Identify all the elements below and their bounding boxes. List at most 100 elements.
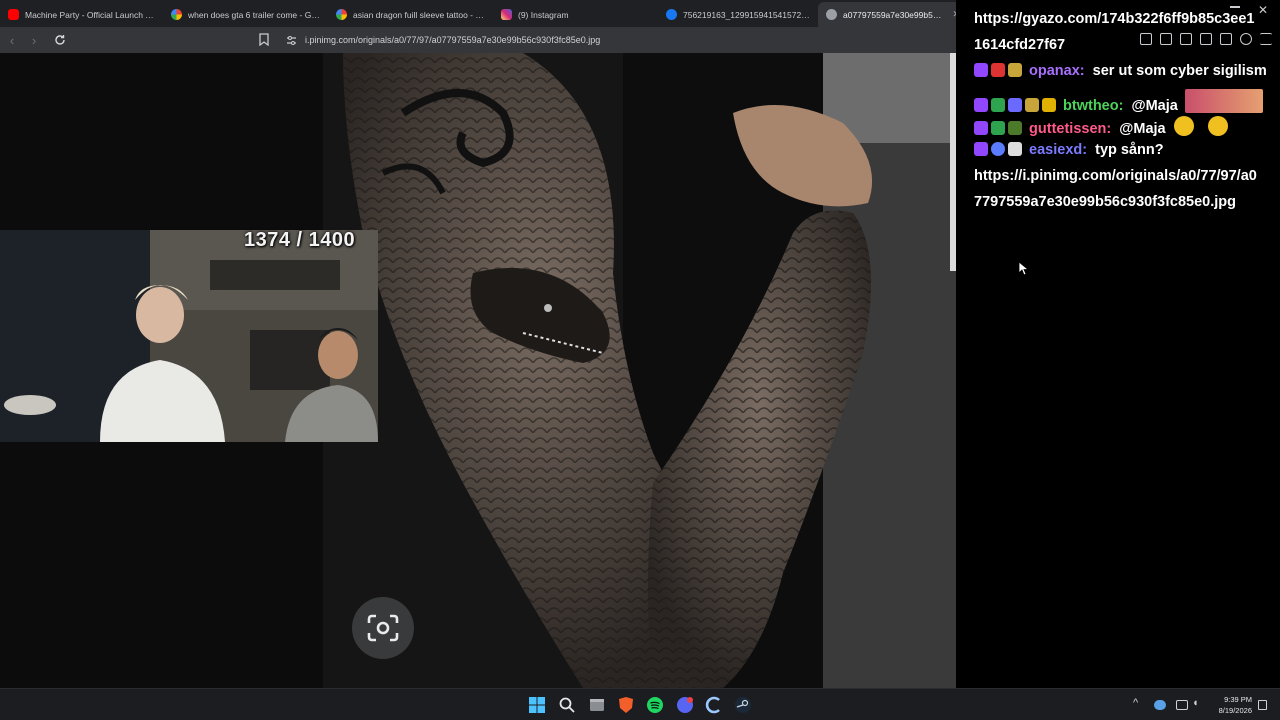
sub-badge-icon [991, 63, 1005, 77]
window-close-icon[interactable]: ✕ [1258, 3, 1268, 17]
tab-strip: Machine Party - Official Launch Traile w… [0, 0, 970, 27]
sidebar-icon[interactable] [1180, 33, 1192, 45]
tab-title: (9) Instagram [518, 9, 569, 20]
windows-start-icon[interactable] [528, 696, 546, 714]
bits-badge-icon [1008, 63, 1022, 77]
tab-instagram[interactable]: (9) Instagram [493, 2, 658, 27]
instagram-icon [501, 9, 512, 20]
system-clock[interactable]: 9:39 PM 8/19/2026 [1212, 694, 1252, 716]
twitch-badge-icon [974, 98, 988, 112]
volume-icon[interactable]: ◖ [1192, 697, 1199, 709]
mouse-cursor-icon [1019, 262, 1029, 276]
emoji-emote-icon [1173, 116, 1194, 136]
leo-icon[interactable] [1220, 33, 1232, 45]
reload-icon [55, 35, 65, 45]
google-icon [171, 9, 182, 20]
show-hidden-icons-chevron-icon[interactable]: ^ [1133, 697, 1138, 709]
google-lens-button[interactable] [352, 597, 414, 659]
windows-taskbar: ^ ◖ 9:39 PM 8/19/2026 [0, 688, 1280, 720]
chat-message: opanax: ser ut som cyber sigilism [974, 63, 1267, 79]
chat-text: typ sånn? [1095, 142, 1164, 158]
tab-google-search-gta[interactable]: when does gta 6 trailer come - Goog [163, 2, 328, 27]
onedrive-icon[interactable] [1154, 700, 1166, 710]
user-badges [974, 121, 1022, 135]
chat-message: easiexd: typ sånn? [974, 142, 1164, 158]
google-icon [336, 9, 347, 20]
twitch-badge-icon [974, 142, 988, 156]
tab-youtube[interactable]: Machine Party - Official Launch Traile [0, 2, 163, 27]
notifications-icon[interactable] [1258, 700, 1267, 710]
sub-badge-icon [1008, 98, 1022, 112]
tab-title: asian dragon fuill sleeve tattoo - Goo [353, 9, 485, 20]
chat-username[interactable]: btwtheo: [1063, 98, 1123, 114]
youtube-icon [8, 9, 19, 20]
bits-badge-icon [1025, 98, 1039, 112]
browser-toolbar: ‹ › i.pinimg.com/originals/a0/77/97/a077… [0, 27, 970, 53]
chat-username[interactable]: easiexd: [1029, 142, 1087, 158]
chat-message-link: https://i.pinimg.com/originals/a0/77/97/… [974, 168, 1257, 184]
forward-button[interactable]: › [24, 30, 44, 50]
minimize-icon[interactable] [1230, 6, 1240, 8]
sub-goal-counter: 1374 / 1400 [244, 229, 356, 251]
bookmark-icon[interactable] [258, 33, 270, 46]
check-badge-icon [991, 98, 1005, 112]
chat-message-link: https://gyazo.com/174b322f6ff9b85c3ee1 [974, 11, 1255, 27]
reload-button[interactable] [50, 30, 70, 50]
user-badges [974, 142, 1022, 156]
minion-emote-icon [1184, 89, 1263, 113]
clock-date: 8/19/2026 [1218, 706, 1252, 715]
clock-time: 9:39 PM [1224, 695, 1252, 704]
address-bar[interactable]: i.pinimg.com/originals/a0/77/97/a0779755… [280, 30, 948, 50]
chat-text: ser ut som cyber sigilism [1092, 63, 1267, 79]
chat-username[interactable]: opanax: [1029, 63, 1085, 79]
chat-message-link-cont: 1614cfd27f67 [974, 37, 1066, 53]
extension-icon[interactable] [1160, 33, 1172, 45]
file-explorer-icon[interactable] [588, 696, 606, 714]
extension-icon[interactable] [1140, 33, 1152, 45]
tab-title: Machine Party - Official Launch Traile [25, 9, 155, 20]
dragon-sleeve-image [323, 53, 956, 688]
discord-icon[interactable] [676, 696, 694, 714]
webcam-feed [0, 230, 378, 442]
spotify-icon[interactable] [646, 696, 664, 714]
emoji-emote-icon [1207, 116, 1228, 136]
twitch-badge-icon [974, 121, 988, 135]
facebook-icon [666, 9, 677, 20]
url-text: i.pinimg.com/originals/a0/77/97/a0779755… [305, 35, 601, 45]
tab-pinimg-active[interactable]: a07797559a7e30e99b56c930f3f ✕ [818, 2, 968, 27]
user-badges [974, 98, 1056, 112]
chat-text: @Maja [1119, 121, 1166, 137]
tab-title: a07797559a7e30e99b56c930f3f [843, 9, 942, 20]
lens-icon [367, 614, 399, 642]
chat-username[interactable]: guttetissen: [1029, 121, 1111, 137]
chat-message-link-cont: 7797559a7e30e99b56c930f3fc85e0.jpg [974, 194, 1237, 210]
card-badge-icon [1008, 142, 1022, 156]
tab-google-search-tattoo[interactable]: asian dragon fuill sleeve tattoo - Goo [328, 2, 493, 27]
webcam-overlay [0, 230, 378, 442]
vpn-icon[interactable] [1240, 33, 1252, 45]
wallet-icon[interactable] [1200, 33, 1212, 45]
tab-facebook-image[interactable]: 756219163_1299159415415725_581 [658, 2, 818, 27]
emote-badge-icon [1042, 98, 1056, 112]
menu-icon[interactable] [1260, 33, 1272, 45]
chat-text: @Maja [1131, 98, 1178, 114]
tab-title: when does gta 6 trailer come - Goog [188, 9, 320, 20]
site-info-icon[interactable] [286, 35, 297, 46]
chat-message: btwtheo: @Maja [974, 89, 1263, 114]
steam-icon[interactable] [734, 696, 752, 714]
network-icon[interactable] [1176, 700, 1188, 710]
chat-overlay: https://gyazo.com/174b322f6ff9b85c3ee1 1… [956, 0, 1280, 688]
user-badges [974, 63, 1022, 77]
brave-icon[interactable] [617, 696, 635, 714]
irl-badge-icon [1008, 121, 1022, 135]
back-button[interactable]: ‹ [2, 30, 22, 50]
twitch-badge-icon [974, 63, 988, 77]
globe-icon [826, 9, 837, 20]
globe-badge-icon [991, 142, 1005, 156]
chat-message: guttetissen: @Maja [974, 116, 1228, 137]
browser-extensions [1140, 33, 1272, 45]
search-icon[interactable] [558, 696, 576, 714]
tattoo-photo [323, 53, 956, 688]
tab-title: 756219163_1299159415415725_581 [683, 9, 810, 20]
ccleaner-icon[interactable] [705, 696, 723, 714]
